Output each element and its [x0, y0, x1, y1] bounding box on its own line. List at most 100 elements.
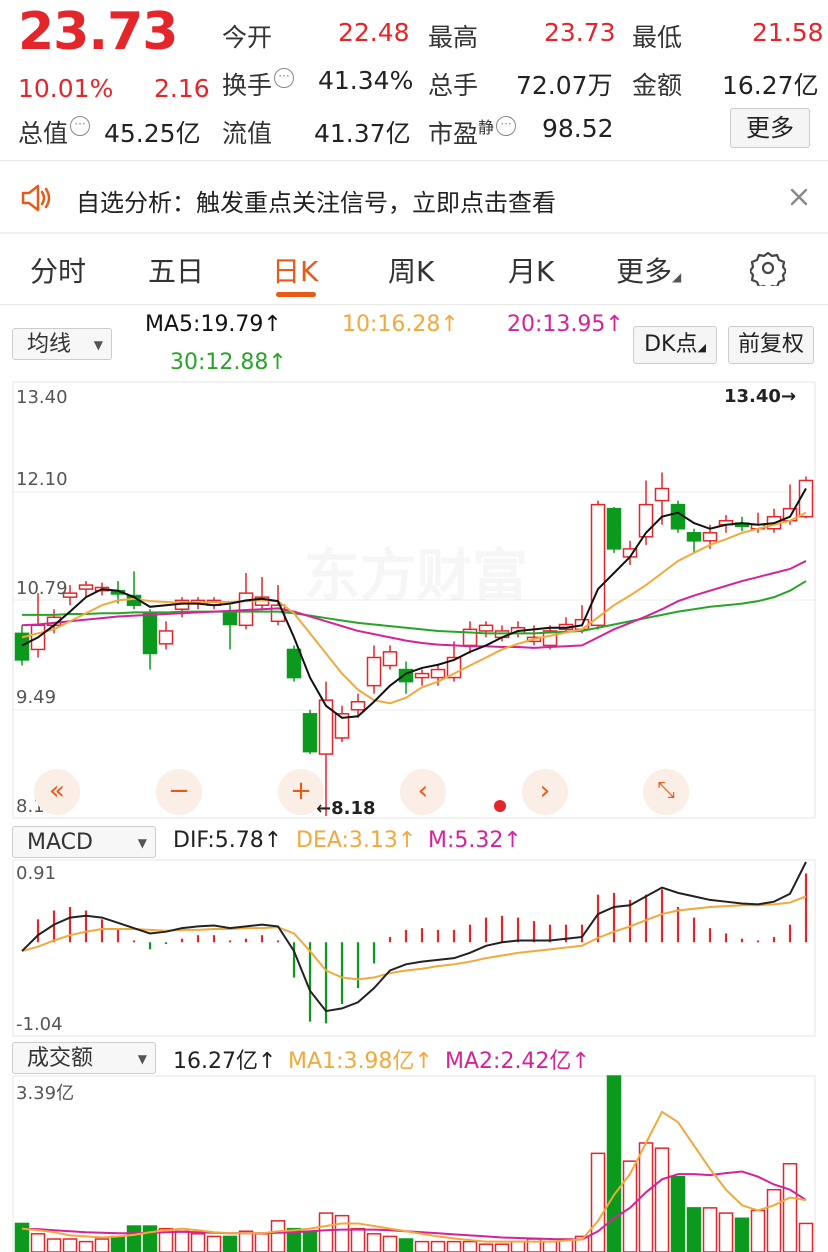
- volume-bar: [478, 1243, 494, 1252]
- macd-y-bottom: -1.04: [16, 1014, 63, 1035]
- ma10-legend: 10:16.28↑: [342, 312, 459, 337]
- volume-select-label: 成交额: [27, 1046, 94, 1071]
- volume-bar: [270, 1220, 286, 1252]
- banner-text[interactable]: 自选分析：触发重点关注信号，立即点击查看: [76, 183, 556, 218]
- active-tab-indicator: [276, 292, 316, 297]
- volume-bar: [686, 1207, 702, 1252]
- next-icon[interactable]: ›: [522, 769, 568, 815]
- tab-daily-k[interactable]: 日K: [272, 250, 318, 290]
- volume-bar: [206, 1235, 222, 1252]
- candle: [350, 693, 366, 718]
- ma20-legend: 20:13.95↑: [507, 312, 624, 337]
- gear-icon[interactable]: [748, 250, 788, 291]
- page-dot: [494, 800, 506, 812]
- candle: [382, 645, 398, 670]
- macd-dea-line: [21, 895, 807, 981]
- zoom-out-icon[interactable]: −: [156, 769, 202, 815]
- candle: [142, 609, 158, 670]
- pe-static-tag: 静: [478, 118, 495, 137]
- candle: [158, 621, 174, 650]
- y-label-4: 9.49: [16, 687, 57, 708]
- info-icon[interactable]: ···: [274, 68, 295, 88]
- volume-bar: [190, 1233, 206, 1252]
- volume-ma1-legend: MA1:3.98亿↑: [288, 1049, 433, 1074]
- volume-bar: [510, 1240, 526, 1252]
- volume-bar: [798, 1222, 814, 1252]
- change-amount: 2.16: [154, 74, 210, 103]
- volume-bar: [590, 1152, 606, 1252]
- caret-down-icon: ▼: [93, 338, 103, 352]
- pe-label: 市盈静 ···: [428, 114, 517, 150]
- open-value: 22.48: [338, 18, 410, 47]
- ma5-legend: MA5:19.79↑: [145, 312, 282, 337]
- float-cap-label: 流值: [222, 119, 273, 148]
- volume-hands-value: 72.07万: [516, 71, 613, 100]
- low-label: 最低: [632, 23, 683, 52]
- volume-bar: [734, 1217, 750, 1252]
- volume-bar: [750, 1209, 766, 1252]
- kline-chart[interactable]: 东方财富: [0, 380, 828, 820]
- tab-weekly-k[interactable]: 周K: [388, 250, 434, 290]
- fullscreen-icon[interactable]: ⤡: [643, 769, 689, 815]
- close-icon[interactable]: [786, 184, 812, 210]
- macd-select[interactable]: MACD ▼: [12, 826, 156, 858]
- ma5-legend-text: MA5:19.79: [145, 312, 264, 337]
- info-icon[interactable]: ···: [70, 116, 91, 136]
- high-value: 23.73: [544, 18, 616, 47]
- prev-icon[interactable]: ‹: [400, 769, 446, 815]
- tab-intraday[interactable]: 分时: [30, 250, 86, 290]
- indicator-select[interactable]: 均线 ▼: [12, 328, 112, 360]
- volume-bar: [414, 1240, 430, 1252]
- volume-bar: [766, 1188, 782, 1252]
- candle: [126, 571, 142, 610]
- tab-monthly-k[interactable]: 月K: [508, 250, 554, 290]
- volume-legend-text: 16.27亿: [173, 1049, 258, 1074]
- zoom-in-icon[interactable]: +: [278, 769, 324, 815]
- volume-bar: [382, 1235, 398, 1252]
- candle: [510, 621, 526, 638]
- dk-point-button[interactable]: DK点◢: [633, 326, 717, 364]
- candle: [606, 507, 622, 553]
- volume-bar: [494, 1243, 510, 1252]
- market-cap-label-text: 总值: [18, 119, 69, 148]
- volume-bar: [238, 1230, 254, 1252]
- volume-bar: [654, 1147, 670, 1252]
- dea-legend-text: DEA:3.13: [296, 828, 398, 853]
- market-cap-label: 总值 ···: [18, 114, 91, 150]
- candle: [414, 669, 430, 686]
- ma30-legend: 30:12.88↑: [170, 350, 287, 375]
- tab-five-day[interactable]: 五日: [148, 250, 204, 290]
- volume-bar: [78, 1240, 94, 1252]
- pe-value: 98.52: [542, 114, 614, 143]
- volume-bar: [94, 1238, 110, 1252]
- tab-more[interactable]: 更多◢: [616, 250, 681, 290]
- macd-chart[interactable]: [0, 858, 828, 1038]
- max-price-text: 13.40: [724, 386, 781, 407]
- volume-bar: [334, 1214, 350, 1252]
- macd-y-top: 0.91: [16, 863, 57, 884]
- candle: [590, 500, 606, 630]
- m-legend: M:5.32↑: [428, 828, 522, 853]
- volume-bar: [62, 1238, 78, 1252]
- volume-bar: [366, 1233, 382, 1252]
- volume-bar: [430, 1240, 446, 1252]
- volume-bar: [446, 1240, 462, 1252]
- volume-bar: [670, 1175, 686, 1252]
- m-legend-text: M:5.32: [428, 828, 504, 853]
- pe-label-text: 市盈: [428, 119, 479, 149]
- turnover-value: 41.34%: [318, 66, 414, 95]
- amount-label: 金额: [632, 71, 683, 100]
- rewind-icon[interactable]: «: [34, 769, 80, 815]
- more-button[interactable]: 更多: [730, 108, 810, 148]
- dea-legend: DEA:3.13↑: [296, 828, 417, 853]
- volume-select[interactable]: 成交额 ▼: [12, 1042, 156, 1074]
- price-adjust-button[interactable]: 前复权: [728, 326, 814, 364]
- volume-bar: [254, 1233, 270, 1252]
- candle: [302, 709, 318, 755]
- volume-y-top: 3.39亿: [16, 1083, 75, 1104]
- volume-chart[interactable]: [0, 1074, 828, 1252]
- high-label: 最高: [428, 23, 479, 52]
- dif-legend: DIF:5.78↑: [173, 828, 283, 853]
- info-icon[interactable]: ···: [496, 116, 517, 136]
- candle: [478, 621, 494, 638]
